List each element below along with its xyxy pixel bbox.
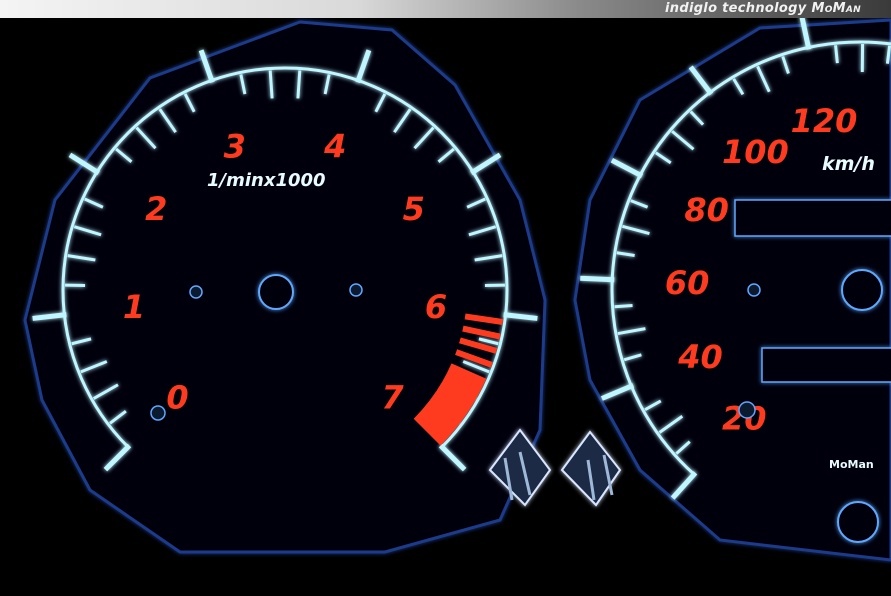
brand-caption: indiglo technology MoMan bbox=[665, 1, 861, 16]
brand-tagline: indiglo technology bbox=[665, 1, 807, 16]
speedo-minor-tick bbox=[614, 304, 633, 309]
tach-numeral: 3 bbox=[224, 128, 246, 166]
brand-name: MoMan bbox=[811, 1, 861, 16]
tripmeter-window bbox=[761, 347, 891, 383]
tach-numeral: 2 bbox=[145, 190, 167, 228]
tach-numeral: 4 bbox=[323, 128, 346, 166]
tachometer: 0 1 2 3 4 5 6 7 1/minx1000 bbox=[23, 20, 547, 554]
speedometer: 20406080100120 km/h MoMan bbox=[573, 18, 891, 562]
odometer-window bbox=[734, 199, 891, 237]
trip-reset-knob bbox=[837, 501, 879, 543]
speedo-logo: MoMan bbox=[829, 458, 874, 471]
speedo-numeral: 40 bbox=[677, 338, 723, 376]
tach-numeral: 5 bbox=[403, 190, 425, 228]
speedo-numeral: 100 bbox=[722, 133, 789, 171]
speedo-minor-tick bbox=[834, 45, 839, 64]
tach-needle-hub bbox=[258, 274, 294, 310]
brand-header-bar: indiglo technology MoMan bbox=[0, 0, 891, 18]
tach-indicator-dot bbox=[189, 285, 203, 299]
speedo-indicator-dot bbox=[738, 401, 756, 419]
tach-numeral: 1 bbox=[123, 288, 145, 326]
tach-unit-label: 1/minx1000 bbox=[207, 170, 326, 191]
tach-minor-tick bbox=[268, 70, 274, 99]
tach-indicator-dot bbox=[150, 405, 166, 421]
tach-indicator-dot bbox=[349, 283, 363, 297]
tach-minor-tick bbox=[296, 70, 302, 99]
tach-numeral: 7 bbox=[381, 378, 404, 416]
speedo-numeral: 120 bbox=[791, 102, 858, 140]
speedo-indicator-dot bbox=[747, 283, 761, 297]
gauge-cluster: 0123 4567 1/minx1000 20406080100120 km/h … bbox=[23, 18, 891, 562]
speedo-major-tick bbox=[580, 275, 615, 283]
speedo-numeral: 80 bbox=[684, 191, 729, 229]
speedo-needle-hub bbox=[841, 269, 883, 311]
speedo-unit-label: km/h bbox=[822, 153, 875, 175]
tach-numeral: 0 bbox=[166, 378, 188, 416]
tach-numeral: 6 bbox=[425, 288, 447, 326]
speedo-numeral: 60 bbox=[665, 264, 710, 302]
